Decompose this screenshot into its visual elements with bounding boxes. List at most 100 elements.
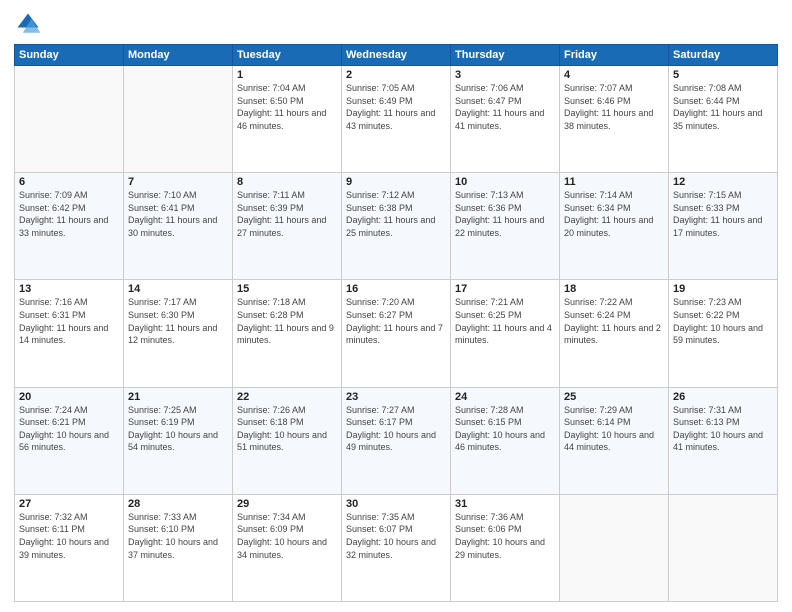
day-number: 16	[346, 283, 446, 295]
day-detail: Sunrise: 7:25 AM Sunset: 6:19 PM Dayligh…	[128, 404, 228, 454]
day-detail: Sunrise: 7:18 AM Sunset: 6:28 PM Dayligh…	[237, 296, 337, 346]
calendar-cell: 12Sunrise: 7:15 AM Sunset: 6:33 PM Dayli…	[669, 173, 778, 280]
calendar-cell: 24Sunrise: 7:28 AM Sunset: 6:15 PM Dayli…	[451, 387, 560, 494]
calendar-cell: 3Sunrise: 7:06 AM Sunset: 6:47 PM Daylig…	[451, 66, 560, 173]
day-detail: Sunrise: 7:16 AM Sunset: 6:31 PM Dayligh…	[19, 296, 119, 346]
day-number: 14	[128, 283, 228, 295]
weekday-header-row: SundayMondayTuesdayWednesdayThursdayFrid…	[15, 45, 778, 66]
day-detail: Sunrise: 7:23 AM Sunset: 6:22 PM Dayligh…	[673, 296, 773, 346]
weekday-header: Saturday	[669, 45, 778, 66]
day-number: 19	[673, 283, 773, 295]
day-detail: Sunrise: 7:06 AM Sunset: 6:47 PM Dayligh…	[455, 82, 555, 132]
day-detail: Sunrise: 7:26 AM Sunset: 6:18 PM Dayligh…	[237, 404, 337, 454]
calendar-cell: 23Sunrise: 7:27 AM Sunset: 6:17 PM Dayli…	[342, 387, 451, 494]
day-number: 8	[237, 176, 337, 188]
calendar-cell: 29Sunrise: 7:34 AM Sunset: 6:09 PM Dayli…	[233, 494, 342, 601]
day-number: 27	[19, 498, 119, 510]
calendar-week-row: 13Sunrise: 7:16 AM Sunset: 6:31 PM Dayli…	[15, 280, 778, 387]
day-number: 30	[346, 498, 446, 510]
day-detail: Sunrise: 7:13 AM Sunset: 6:36 PM Dayligh…	[455, 189, 555, 239]
calendar-cell: 17Sunrise: 7:21 AM Sunset: 6:25 PM Dayli…	[451, 280, 560, 387]
weekday-header: Monday	[124, 45, 233, 66]
calendar-cell: 31Sunrise: 7:36 AM Sunset: 6:06 PM Dayli…	[451, 494, 560, 601]
header	[14, 10, 778, 38]
day-detail: Sunrise: 7:24 AM Sunset: 6:21 PM Dayligh…	[19, 404, 119, 454]
day-number: 17	[455, 283, 555, 295]
logo	[14, 10, 46, 38]
day-detail: Sunrise: 7:04 AM Sunset: 6:50 PM Dayligh…	[237, 82, 337, 132]
calendar-cell: 19Sunrise: 7:23 AM Sunset: 6:22 PM Dayli…	[669, 280, 778, 387]
day-detail: Sunrise: 7:14 AM Sunset: 6:34 PM Dayligh…	[564, 189, 664, 239]
day-detail: Sunrise: 7:32 AM Sunset: 6:11 PM Dayligh…	[19, 511, 119, 561]
day-detail: Sunrise: 7:05 AM Sunset: 6:49 PM Dayligh…	[346, 82, 446, 132]
day-detail: Sunrise: 7:08 AM Sunset: 6:44 PM Dayligh…	[673, 82, 773, 132]
day-detail: Sunrise: 7:15 AM Sunset: 6:33 PM Dayligh…	[673, 189, 773, 239]
day-number: 24	[455, 391, 555, 403]
day-detail: Sunrise: 7:21 AM Sunset: 6:25 PM Dayligh…	[455, 296, 555, 346]
day-detail: Sunrise: 7:31 AM Sunset: 6:13 PM Dayligh…	[673, 404, 773, 454]
day-number: 23	[346, 391, 446, 403]
calendar-cell: 16Sunrise: 7:20 AM Sunset: 6:27 PM Dayli…	[342, 280, 451, 387]
calendar-week-row: 6Sunrise: 7:09 AM Sunset: 6:42 PM Daylig…	[15, 173, 778, 280]
calendar-cell: 18Sunrise: 7:22 AM Sunset: 6:24 PM Dayli…	[560, 280, 669, 387]
day-detail: Sunrise: 7:11 AM Sunset: 6:39 PM Dayligh…	[237, 189, 337, 239]
weekday-header: Wednesday	[342, 45, 451, 66]
day-detail: Sunrise: 7:20 AM Sunset: 6:27 PM Dayligh…	[346, 296, 446, 346]
day-detail: Sunrise: 7:28 AM Sunset: 6:15 PM Dayligh…	[455, 404, 555, 454]
day-number: 9	[346, 176, 446, 188]
day-number: 4	[564, 69, 664, 81]
day-detail: Sunrise: 7:12 AM Sunset: 6:38 PM Dayligh…	[346, 189, 446, 239]
day-detail: Sunrise: 7:35 AM Sunset: 6:07 PM Dayligh…	[346, 511, 446, 561]
day-detail: Sunrise: 7:07 AM Sunset: 6:46 PM Dayligh…	[564, 82, 664, 132]
calendar-cell: 25Sunrise: 7:29 AM Sunset: 6:14 PM Dayli…	[560, 387, 669, 494]
day-number: 1	[237, 69, 337, 81]
calendar-cell: 28Sunrise: 7:33 AM Sunset: 6:10 PM Dayli…	[124, 494, 233, 601]
calendar-cell: 27Sunrise: 7:32 AM Sunset: 6:11 PM Dayli…	[15, 494, 124, 601]
day-number: 25	[564, 391, 664, 403]
day-number: 29	[237, 498, 337, 510]
day-detail: Sunrise: 7:29 AM Sunset: 6:14 PM Dayligh…	[564, 404, 664, 454]
page: SundayMondayTuesdayWednesdayThursdayFrid…	[0, 0, 792, 612]
day-number: 28	[128, 498, 228, 510]
calendar-cell: 20Sunrise: 7:24 AM Sunset: 6:21 PM Dayli…	[15, 387, 124, 494]
day-detail: Sunrise: 7:27 AM Sunset: 6:17 PM Dayligh…	[346, 404, 446, 454]
day-number: 15	[237, 283, 337, 295]
calendar-cell: 7Sunrise: 7:10 AM Sunset: 6:41 PM Daylig…	[124, 173, 233, 280]
calendar-week-row: 1Sunrise: 7:04 AM Sunset: 6:50 PM Daylig…	[15, 66, 778, 173]
calendar-cell	[560, 494, 669, 601]
day-number: 22	[237, 391, 337, 403]
day-number: 20	[19, 391, 119, 403]
day-number: 2	[346, 69, 446, 81]
day-number: 12	[673, 176, 773, 188]
day-detail: Sunrise: 7:17 AM Sunset: 6:30 PM Dayligh…	[128, 296, 228, 346]
day-detail: Sunrise: 7:36 AM Sunset: 6:06 PM Dayligh…	[455, 511, 555, 561]
calendar-cell: 26Sunrise: 7:31 AM Sunset: 6:13 PM Dayli…	[669, 387, 778, 494]
day-number: 13	[19, 283, 119, 295]
calendar-table: SundayMondayTuesdayWednesdayThursdayFrid…	[14, 44, 778, 602]
day-number: 11	[564, 176, 664, 188]
calendar-cell: 13Sunrise: 7:16 AM Sunset: 6:31 PM Dayli…	[15, 280, 124, 387]
calendar-cell: 5Sunrise: 7:08 AM Sunset: 6:44 PM Daylig…	[669, 66, 778, 173]
calendar-cell: 21Sunrise: 7:25 AM Sunset: 6:19 PM Dayli…	[124, 387, 233, 494]
calendar-cell	[124, 66, 233, 173]
day-number: 7	[128, 176, 228, 188]
day-number: 21	[128, 391, 228, 403]
day-number: 6	[19, 176, 119, 188]
logo-icon	[14, 10, 42, 38]
day-detail: Sunrise: 7:09 AM Sunset: 6:42 PM Dayligh…	[19, 189, 119, 239]
weekday-header: Thursday	[451, 45, 560, 66]
calendar-cell: 2Sunrise: 7:05 AM Sunset: 6:49 PM Daylig…	[342, 66, 451, 173]
calendar-cell: 1Sunrise: 7:04 AM Sunset: 6:50 PM Daylig…	[233, 66, 342, 173]
calendar-cell: 15Sunrise: 7:18 AM Sunset: 6:28 PM Dayli…	[233, 280, 342, 387]
calendar-cell: 14Sunrise: 7:17 AM Sunset: 6:30 PM Dayli…	[124, 280, 233, 387]
day-detail: Sunrise: 7:22 AM Sunset: 6:24 PM Dayligh…	[564, 296, 664, 346]
day-number: 18	[564, 283, 664, 295]
calendar-cell: 6Sunrise: 7:09 AM Sunset: 6:42 PM Daylig…	[15, 173, 124, 280]
day-detail: Sunrise: 7:34 AM Sunset: 6:09 PM Dayligh…	[237, 511, 337, 561]
weekday-header: Friday	[560, 45, 669, 66]
calendar-cell: 30Sunrise: 7:35 AM Sunset: 6:07 PM Dayli…	[342, 494, 451, 601]
calendar-cell: 8Sunrise: 7:11 AM Sunset: 6:39 PM Daylig…	[233, 173, 342, 280]
calendar-week-row: 20Sunrise: 7:24 AM Sunset: 6:21 PM Dayli…	[15, 387, 778, 494]
weekday-header: Tuesday	[233, 45, 342, 66]
day-number: 5	[673, 69, 773, 81]
